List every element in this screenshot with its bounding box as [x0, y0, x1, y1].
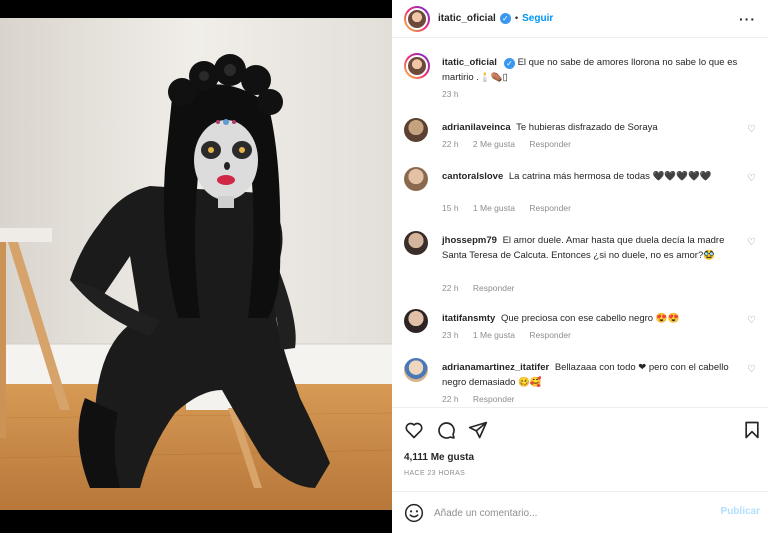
comment-body: adrianamartinez_itatifer Bellazaaa con t… — [442, 360, 734, 390]
post-photo[interactable] — [0, 18, 392, 510]
comment-bubble-icon[interactable] — [436, 420, 456, 440]
comment-username[interactable]: cantoralslove — [442, 171, 503, 182]
post-actions: 4,111 Me gusta HACE 23 HORAS — [392, 407, 768, 491]
save-bookmark-icon[interactable] — [742, 420, 762, 440]
comment-body: cantoralslove La catrina más hermosa de … — [442, 169, 734, 184]
comment-time[interactable]: 22 h — [442, 283, 459, 293]
caption-meta: 23 h — [442, 89, 471, 99]
caption-time[interactable]: 23 h — [442, 89, 459, 99]
comment-time[interactable]: 23 h — [442, 330, 459, 340]
author-username[interactable]: itatic_oficial — [438, 13, 496, 24]
comment-text: La catrina más hermosa de todas 🖤🖤🖤🖤🖤 — [508, 171, 712, 182]
comment-meta: 22 h 2 Me gusta Responder — [442, 139, 583, 149]
comment-text: Que preciosa con ese cabello negro 😍😍 — [500, 313, 680, 324]
like-comment-heart-icon[interactable]: ♡ — [747, 124, 756, 135]
reply-button[interactable]: Responder — [473, 394, 515, 404]
publish-button[interactable]: Publicar — [721, 506, 760, 517]
comment-body: jhossepm79 El amor duele. Amar hasta que… — [442, 233, 734, 263]
comment-username[interactable]: jhossepm79 — [442, 235, 497, 246]
follow-button[interactable]: Seguir — [522, 13, 553, 24]
catrina-costume-photo — [0, 18, 392, 510]
comment-likes[interactable]: 2 Me gusta — [473, 139, 515, 149]
like-comment-heart-icon[interactable]: ♡ — [747, 237, 756, 248]
commenter-avatar[interactable] — [404, 118, 428, 142]
likes-count[interactable]: 4,111 Me gusta — [404, 452, 474, 463]
comment-time[interactable]: 22 h — [442, 139, 459, 149]
emoji-icon[interactable] — [404, 503, 424, 523]
separator-dot: • — [514, 13, 519, 24]
comment-likes[interactable]: 1 Me gusta — [473, 203, 515, 213]
like-comment-heart-icon[interactable]: ♡ — [747, 173, 756, 184]
like-comment-heart-icon[interactable]: ♡ — [747, 364, 756, 375]
share-paper-plane-icon[interactable] — [468, 420, 488, 440]
comment-body: itatifansmty Que preciosa con ese cabell… — [442, 311, 734, 326]
comment-text: Te hubieras disfrazado de Soraya — [516, 122, 658, 133]
comment-composer: Publicar — [392, 491, 768, 533]
reply-button[interactable]: Responder — [529, 203, 571, 213]
comment-username[interactable]: adrianamartinez_itatifer — [442, 362, 549, 373]
more-options-icon[interactable]: ··· — [739, 11, 756, 27]
comment-time[interactable]: 22 h — [442, 394, 459, 404]
reply-button[interactable]: Responder — [473, 283, 515, 293]
reply-button[interactable]: Responder — [529, 330, 571, 340]
commenter-avatar[interactable] — [404, 231, 428, 255]
comment-meta: 15 h 1 Me gusta Responder — [442, 203, 583, 213]
commenter-avatar[interactable] — [404, 358, 428, 382]
comment-body: adrianilaveinca Te hubieras disfrazado d… — [442, 120, 734, 135]
reply-button[interactable]: Responder — [529, 139, 571, 149]
like-comment-heart-icon[interactable]: ♡ — [747, 315, 756, 326]
like-heart-icon[interactable] — [404, 420, 424, 440]
comment-username[interactable]: itatifansmty — [442, 313, 495, 324]
post-sidebar: itatic_oficial ✓ • Seguir ··· itatic_ofi… — [392, 0, 768, 533]
caption-body: itatic_oficial ✓ El que no sabe de amores… — [442, 55, 742, 85]
commenter-avatar[interactable] — [404, 309, 428, 333]
comment-time[interactable]: 15 h — [442, 203, 459, 213]
comment-likes[interactable]: 1 Me gusta — [473, 330, 515, 340]
comment-meta: 22 h Responder — [442, 283, 527, 293]
author-avatar[interactable] — [404, 53, 430, 79]
verified-badge-icon: ✓ — [503, 58, 515, 69]
post-timestamp[interactable]: HACE 23 HORAS — [404, 470, 465, 477]
author-avatar[interactable] — [404, 5, 430, 32]
comment-input[interactable] — [434, 504, 704, 522]
comment-username[interactable]: adrianilaveinca — [442, 122, 511, 133]
comments-list[interactable]: itatic_oficial ✓ El que no sabe de amores… — [392, 39, 768, 407]
post-header: itatic_oficial ✓ • Seguir ··· — [392, 0, 768, 38]
post-media-panel — [0, 0, 392, 533]
caption-username[interactable]: itatic_oficial — [442, 57, 497, 68]
comment-meta: 23 h 1 Me gusta Responder — [442, 330, 583, 340]
comment-meta: 22 h Responder — [442, 394, 527, 404]
verified-badge-icon: ✓ — [499, 13, 511, 24]
commenter-avatar[interactable] — [404, 167, 428, 191]
